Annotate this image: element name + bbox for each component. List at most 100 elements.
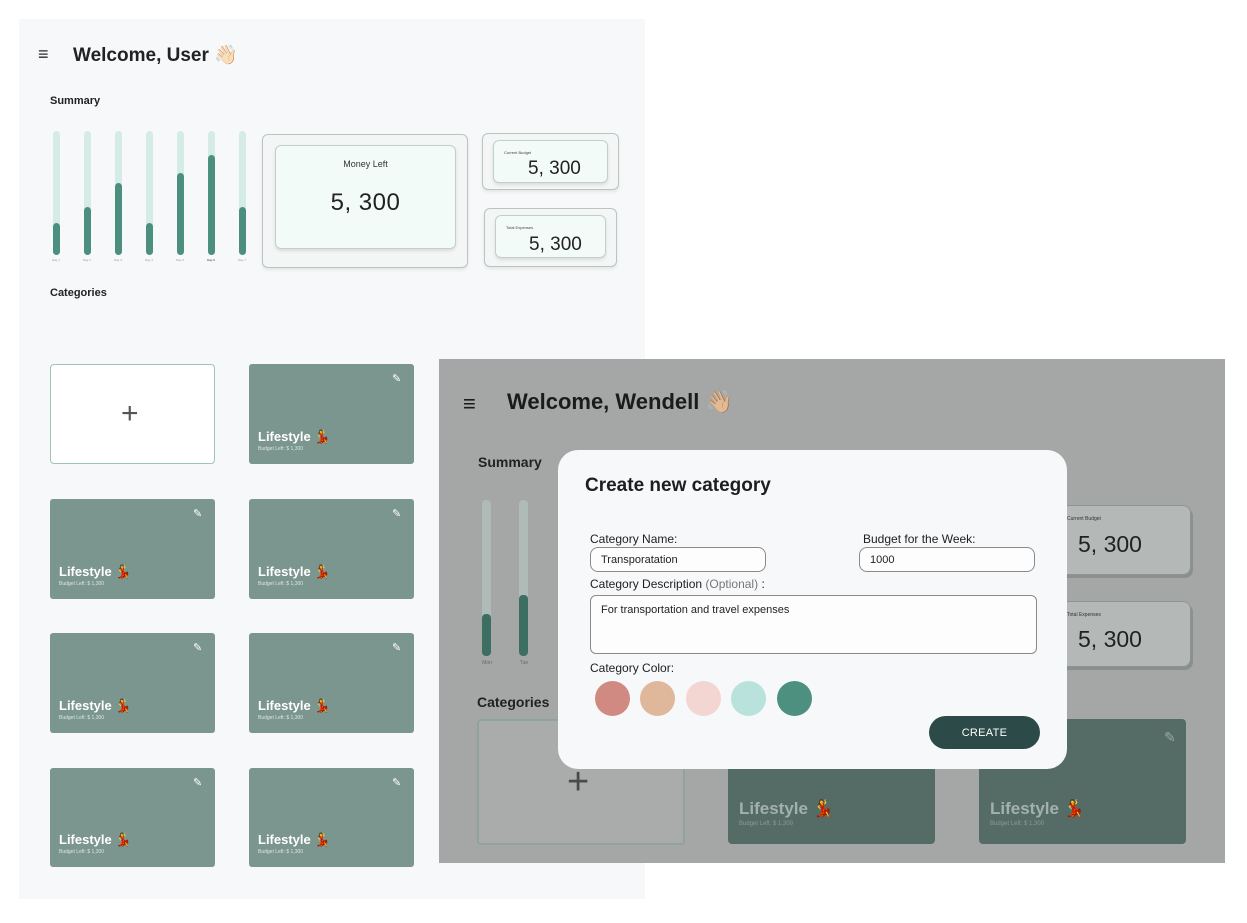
category-name: Lifestyle 💃 (258, 698, 331, 713)
plus-icon: + (121, 397, 139, 430)
chart-bar-track (53, 131, 60, 255)
edit-pencil-icon[interactable]: ✎ (193, 776, 202, 789)
menu-icon[interactable]: ≡ (463, 393, 476, 415)
chart-bar-track (115, 131, 122, 255)
chart-bar-fill (84, 207, 91, 255)
chart-bar-fill (239, 207, 246, 255)
category-name: Lifestyle 💃 (258, 429, 331, 444)
category-card[interactable]: ✎ Lifestyle 💃 Budget Left: $ 1,300 (249, 499, 414, 599)
category-card[interactable]: ✎ Lifestyle 💃 Budget Left: $ 1,300 (249, 364, 414, 464)
chart-day-label: Day 1 (52, 258, 60, 262)
weekly-spending-chart: Day 1 Day 2 Day 3 Day 4 Day 5 Day 6 Day 7 (47, 129, 257, 269)
total-expenses-label: Total Expenses (506, 225, 534, 230)
category-card[interactable]: ✎ Lifestyle 💃 Budget Left: $ 1,300 (50, 768, 215, 867)
money-left-label: Money Left (343, 159, 388, 169)
total-expenses-value: 5, 300 (1078, 626, 1142, 652)
chart-day-label: Tue (519, 660, 529, 666)
chart-bar-fill (482, 614, 491, 656)
total-expenses-card[interactable]: Total Expenses 5, 300 (495, 215, 606, 258)
color-swatch-rose[interactable] (595, 681, 630, 716)
chart-bar-track (519, 500, 528, 656)
category-budget-left: Budget Left: $ 1,300 (59, 581, 105, 587)
create-button[interactable]: CREATE (929, 716, 1040, 749)
chart-bar-track (239, 131, 246, 255)
category-name: Lifestyle 💃 (990, 799, 1085, 818)
edit-pencil-icon[interactable]: ✎ (392, 507, 401, 520)
chart-bar-track (208, 131, 215, 255)
menu-icon[interactable]: ≡ (38, 45, 49, 63)
summary-title: Summary (50, 95, 101, 107)
color-swatch-mint[interactable] (731, 681, 766, 716)
category-color-label: Category Color: (590, 661, 675, 675)
category-name: Lifestyle 💃 (59, 832, 132, 847)
summary-title: Summary (478, 454, 542, 470)
category-card[interactable]: ✎ Lifestyle 💃 Budget Left: $ 1,300 (249, 633, 414, 733)
edit-pencil-icon[interactable]: ✎ (392, 372, 401, 385)
categories-title: Categories (50, 287, 107, 299)
chart-bar-fill (146, 223, 153, 255)
color-swatch-teal[interactable] (777, 681, 812, 716)
category-description-label: Category Description (Optional) : (590, 577, 765, 591)
dimmed-dashboard-screen: ≡ Welcome, Wendell 👋🏼 Summary Mon Tue Cur… (439, 359, 1225, 863)
chart-day-label: Day 6 (207, 258, 215, 262)
current-budget-card[interactable]: Current Budget 5, 300 (493, 140, 608, 183)
category-budget-left: Budget Left: $ 1,300 (59, 715, 105, 721)
category-name: Lifestyle 💃 (739, 799, 834, 818)
category-name: Lifestyle 💃 (258, 832, 331, 847)
category-card[interactable]: ✎ Lifestyle 💃 Budget Left: $ 1,300 (50, 499, 215, 599)
chart-bar-fill (519, 595, 528, 656)
category-name: Lifestyle 💃 (258, 564, 331, 579)
category-name: Lifestyle 💃 (59, 698, 132, 713)
color-swatch-tan[interactable] (640, 681, 675, 716)
edit-pencil-icon[interactable]: ✎ (1164, 729, 1176, 746)
chart-day-label: Day 4 (145, 258, 153, 262)
chart-bar-fill (177, 173, 184, 255)
category-description-textarea[interactable]: For transportation and travel expenses (590, 595, 1037, 654)
money-left-value: 5, 300 (330, 189, 401, 216)
category-budget-left: Budget Left: $ 1,300 (990, 821, 1045, 827)
optional-tag: (Optional) (705, 577, 759, 591)
category-name-input[interactable]: Transporatation (590, 547, 766, 572)
category-budget-left: Budget Left: $ 1,300 (258, 849, 304, 855)
total-expenses-value: 5, 300 (529, 234, 582, 255)
edit-pencil-icon[interactable]: ✎ (392, 641, 401, 654)
chart-bar-track (146, 131, 153, 255)
budget-label: Budget for the Week: (863, 532, 976, 546)
add-category-card[interactable]: + (50, 364, 215, 464)
money-left-card[interactable]: Money Left 5, 300 (275, 145, 456, 249)
category-card[interactable]: ✎ Lifestyle 💃 Budget Left: $ 1,300 (50, 633, 215, 733)
chart-bar-fill (53, 223, 60, 255)
color-swatch-blush[interactable] (686, 681, 721, 716)
chart-bar-fill (208, 155, 215, 255)
category-budget-left: Budget Left: $ 1,300 (258, 581, 304, 587)
total-expenses-label: Total Expenses (1067, 612, 1101, 618)
chart-day-label: Day 7 (238, 258, 246, 262)
description-label-text: Category Description (590, 577, 703, 591)
description-label-colon: : (761, 577, 765, 591)
category-budget-left: Budget Left: $ 1,300 (258, 446, 304, 452)
edit-pencil-icon[interactable]: ✎ (193, 641, 202, 654)
budget-input[interactable]: 1000 (859, 547, 1035, 572)
modal-title: Create new category (585, 475, 771, 496)
edit-pencil-icon[interactable]: ✎ (392, 776, 401, 789)
chart-bar-track (84, 131, 91, 255)
current-budget-value: 5, 300 (528, 158, 581, 179)
chart-day-label: Day 2 (83, 258, 91, 262)
chart-bar-fill (115, 183, 122, 255)
current-budget-label: Current Budget (504, 150, 532, 155)
category-card[interactable]: ✎ Lifestyle 💃 Budget Left: $ 1,300 (249, 768, 414, 867)
category-budget-left: Budget Left: $ 1,300 (258, 715, 304, 721)
edit-pencil-icon[interactable]: ✎ (193, 507, 202, 520)
category-budget-left: Budget Left: $ 1,300 (59, 849, 105, 855)
chart-bar-track (177, 131, 184, 255)
welcome-heading: Welcome, User 👋🏻 (73, 45, 238, 66)
current-budget-label: Current Budget (1067, 516, 1101, 522)
categories-title: Categories (477, 694, 550, 710)
welcome-heading: Welcome, Wendell 👋🏼 (507, 389, 733, 414)
chart-bar-track (482, 500, 491, 656)
chart-day-label: Day 5 (176, 258, 184, 262)
create-category-modal: Create new category Category Name: Trans… (558, 450, 1067, 769)
category-name-label: Category Name: (590, 532, 678, 546)
category-name: Lifestyle 💃 (59, 564, 132, 579)
category-budget-left: Budget Left: $ 1,300 (739, 821, 794, 827)
